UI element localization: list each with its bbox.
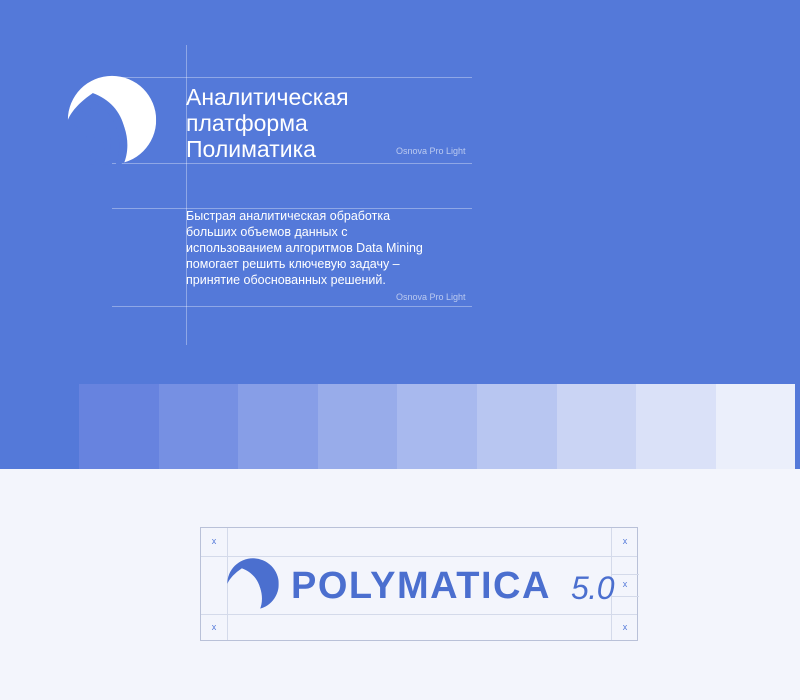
color-swatch [476, 384, 557, 469]
color-swatch [715, 384, 796, 469]
title-line: платформа [186, 110, 308, 136]
title-font-note: Osnova Pro Light [396, 146, 466, 156]
clearspace-mark: x [622, 536, 628, 546]
clearspace-mark: x [211, 536, 217, 546]
color-swatch [317, 384, 398, 469]
platform-description: Быстрая аналитическая обработка больших … [186, 209, 423, 287]
shell-fan-icon [67, 75, 157, 165]
title-line: Аналитическая [186, 84, 349, 110]
color-palette [0, 384, 800, 469]
shell-fan-icon [227, 558, 279, 610]
guide-line-horizontal [112, 77, 472, 78]
color-swatch [158, 384, 239, 469]
platform-title: Аналитическая платформа Полиматика [186, 84, 349, 162]
guide-line-horizontal [112, 163, 472, 164]
color-swatch [556, 384, 637, 469]
logo-lockup-clearspace: x x x x x POLYMATICA 5.0 [200, 527, 639, 641]
clearspace-mark: x [622, 579, 628, 589]
color-swatch [636, 384, 716, 469]
clearspace-line [611, 574, 639, 575]
title-line: Полиматика [186, 136, 316, 162]
clearspace-line [201, 614, 637, 615]
clearspace-line [611, 596, 639, 597]
version-number: 5.0 [571, 570, 614, 606]
guide-line-horizontal [112, 306, 472, 307]
clearspace-mark: x [211, 622, 217, 632]
color-swatch [238, 384, 318, 469]
swatch-primary [0, 384, 79, 469]
brand-wordmark: POLYMATICA [291, 565, 551, 607]
color-swatch [79, 384, 159, 469]
color-swatch [397, 384, 477, 469]
clearspace-mark: x [622, 622, 628, 632]
description-font-note: Osnova Pro Light [396, 292, 466, 302]
